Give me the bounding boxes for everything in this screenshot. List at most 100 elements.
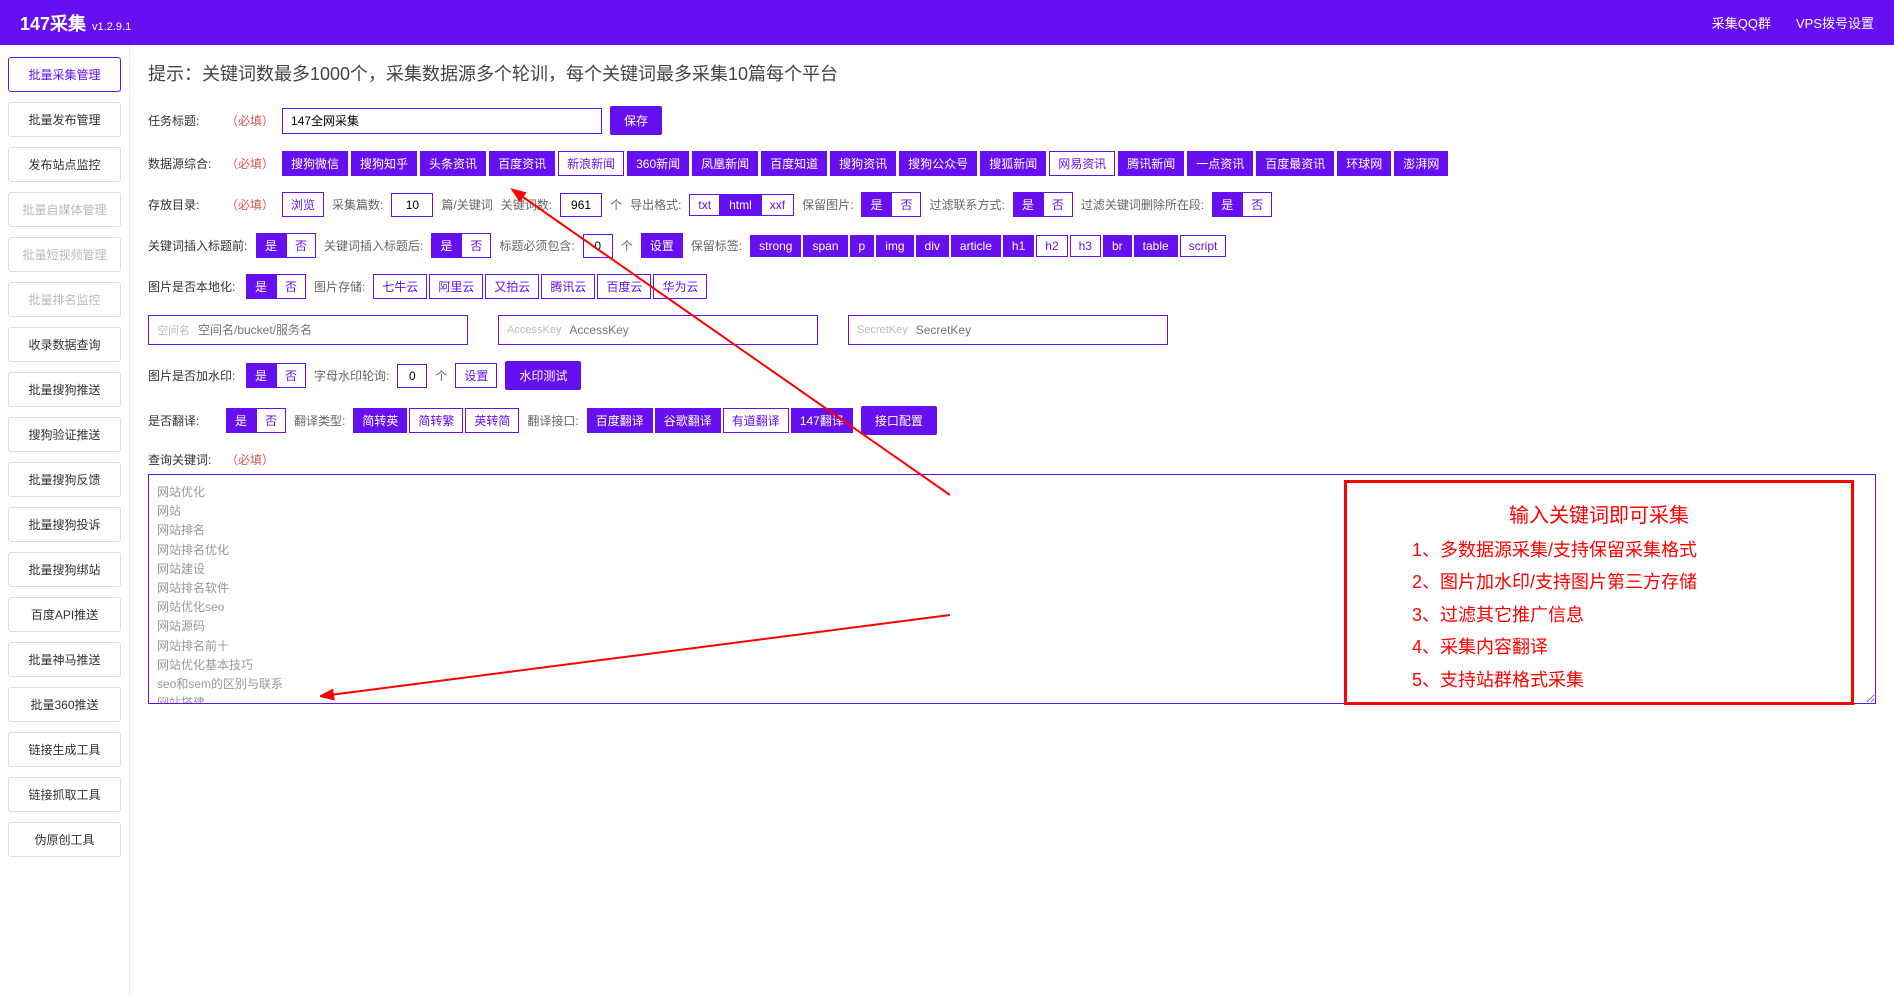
- source-tag-3[interactable]: 百度资讯: [489, 151, 555, 176]
- sidebar-item-14[interactable]: 批量360推送: [8, 687, 121, 722]
- insert-post-no[interactable]: 否: [461, 233, 491, 258]
- source-tag-0[interactable]: 搜狗微信: [282, 151, 348, 176]
- store-tag-3[interactable]: 腾讯云: [541, 274, 595, 299]
- sidebar-item-10[interactable]: 批量搜狗投诉: [8, 507, 121, 542]
- contact-yes[interactable]: 是: [1013, 192, 1043, 217]
- keep-tag-0[interactable]: strong: [750, 235, 801, 257]
- store-tag-4[interactable]: 百度云: [597, 274, 651, 299]
- source-tag-9[interactable]: 搜狗公众号: [899, 151, 977, 176]
- keep-tag-9[interactable]: br: [1103, 235, 1132, 257]
- source-tag-11[interactable]: 网易资讯: [1049, 151, 1115, 176]
- insert-pre-no[interactable]: 否: [286, 233, 316, 258]
- trans-api-tag-3[interactable]: 147翻译: [791, 408, 853, 433]
- source-tag-4[interactable]: 新浪新闻: [558, 151, 624, 176]
- fmt-tag-1[interactable]: html: [720, 194, 761, 216]
- wm-test-button[interactable]: 水印测试: [505, 361, 581, 390]
- link-vps-dial[interactable]: VPS拨号设置: [1796, 13, 1874, 32]
- trans-api-tag-1[interactable]: 谷歌翻译: [655, 408, 721, 433]
- keep-tag-6[interactable]: h1: [1003, 235, 1034, 257]
- secretkey-input[interactable]: [916, 323, 1159, 337]
- sidebar-item-15[interactable]: 链接生成工具: [8, 732, 121, 767]
- save-button[interactable]: 保存: [610, 106, 662, 135]
- link-qq-group[interactable]: 采集QQ群: [1712, 13, 1771, 32]
- keep-tag-11[interactable]: script: [1180, 235, 1227, 257]
- source-tag-12[interactable]: 腾讯新闻: [1118, 151, 1184, 176]
- task-title-input[interactable]: [282, 108, 602, 134]
- source-label: 数据源综合:: [148, 155, 218, 172]
- sidebar-item-16[interactable]: 链接抓取工具: [8, 777, 121, 812]
- source-tag-6[interactable]: 凤凰新闻: [692, 151, 758, 176]
- keep-tag-1[interactable]: span: [803, 235, 847, 257]
- keep-img-no[interactable]: 否: [891, 192, 921, 217]
- store-tag-2[interactable]: 又拍云: [485, 274, 539, 299]
- source-tag-1[interactable]: 搜狗知乎: [351, 151, 417, 176]
- secretkey-field[interactable]: SecretKey: [848, 315, 1168, 345]
- accesskey-field[interactable]: AccessKey: [498, 315, 818, 345]
- wm-set-button[interactable]: 设置: [455, 363, 497, 388]
- wm-yes[interactable]: 是: [246, 363, 276, 388]
- kw-count-input[interactable]: [560, 193, 602, 217]
- accesskey-input[interactable]: [569, 323, 809, 337]
- insert-pre-yes[interactable]: 是: [256, 233, 286, 258]
- count-input[interactable]: [391, 193, 433, 217]
- trans-no[interactable]: 否: [256, 408, 286, 433]
- sidebar-item-9[interactable]: 批量搜狗反馈: [8, 462, 121, 497]
- sidebar-item-8[interactable]: 搜狗验证推送: [8, 417, 121, 452]
- wm-no[interactable]: 否: [276, 363, 306, 388]
- keep-tag-10[interactable]: table: [1134, 235, 1178, 257]
- source-tag-8[interactable]: 搜狗资讯: [830, 151, 896, 176]
- sidebar-item-17[interactable]: 伪原创工具: [8, 822, 121, 857]
- trans-type-tag-2[interactable]: 英转简: [465, 408, 519, 433]
- store-tag-0[interactable]: 七牛云: [373, 274, 427, 299]
- filter-yes[interactable]: 是: [1212, 192, 1242, 217]
- sidebar-item-7[interactable]: 批量搜狗推送: [8, 372, 121, 407]
- contact-label: 过滤联系方式:: [929, 196, 1004, 213]
- source-tag-10[interactable]: 搜狐新闻: [980, 151, 1046, 176]
- filter-no[interactable]: 否: [1242, 192, 1272, 217]
- keep-tag-8[interactable]: h3: [1070, 235, 1101, 257]
- source-tag-16[interactable]: 澎湃网: [1394, 151, 1448, 176]
- trans-type-tag-0[interactable]: 简转英: [353, 408, 407, 433]
- sidebar-item-13[interactable]: 批量神马推送: [8, 642, 121, 677]
- fmt-tag-0[interactable]: txt: [689, 194, 720, 216]
- img-local-no[interactable]: 否: [276, 274, 306, 299]
- bucket-field[interactable]: 空间名: [148, 315, 468, 345]
- trans-yes[interactable]: 是: [226, 408, 256, 433]
- must-set-button[interactable]: 设置: [641, 233, 683, 258]
- keep-img-yes[interactable]: 是: [861, 192, 891, 217]
- keep-tag-2[interactable]: p: [850, 235, 875, 257]
- sidebar-item-2[interactable]: 发布站点监控: [8, 147, 121, 182]
- source-tag-5[interactable]: 360新闻: [627, 151, 689, 176]
- count-label: 采集篇数:: [332, 196, 383, 213]
- trans-type-tag-1[interactable]: 简转繁: [409, 408, 463, 433]
- img-local-yes[interactable]: 是: [246, 274, 276, 299]
- sidebar-item-1[interactable]: 批量发布管理: [8, 102, 121, 137]
- keep-tag-4[interactable]: div: [916, 235, 949, 257]
- source-tag-7[interactable]: 百度知道: [761, 151, 827, 176]
- api-config-button[interactable]: 接口配置: [861, 406, 937, 435]
- contact-no[interactable]: 否: [1043, 192, 1073, 217]
- source-tag-15[interactable]: 环球网: [1337, 151, 1391, 176]
- sidebar-item-0[interactable]: 批量采集管理: [8, 57, 121, 92]
- browse-button[interactable]: 浏览: [282, 192, 324, 217]
- keywords-textarea[interactable]: [148, 474, 1876, 704]
- keep-tag-5[interactable]: article: [951, 235, 1001, 257]
- wm-rot-input[interactable]: [397, 364, 427, 388]
- sidebar-item-6[interactable]: 收录数据查询: [8, 327, 121, 362]
- wm-label: 图片是否加水印:: [148, 367, 238, 384]
- source-tag-2[interactable]: 头条资讯: [420, 151, 486, 176]
- store-tag-1[interactable]: 阿里云: [429, 274, 483, 299]
- source-tag-14[interactable]: 百度最资讯: [1256, 151, 1334, 176]
- must-input[interactable]: [583, 234, 613, 258]
- sidebar-item-12[interactable]: 百度API推送: [8, 597, 121, 632]
- keep-tag-7[interactable]: h2: [1036, 235, 1067, 257]
- trans-api-tag-2[interactable]: 有道翻译: [723, 408, 789, 433]
- sidebar-item-11[interactable]: 批量搜狗绑站: [8, 552, 121, 587]
- trans-api-tag-0[interactable]: 百度翻译: [587, 408, 653, 433]
- source-tag-13[interactable]: 一点资讯: [1187, 151, 1253, 176]
- fmt-tag-2[interactable]: xxf: [761, 194, 794, 216]
- keep-tag-3[interactable]: img: [876, 235, 913, 257]
- store-tag-5[interactable]: 华为云: [653, 274, 707, 299]
- bucket-input[interactable]: [198, 323, 459, 337]
- insert-post-yes[interactable]: 是: [431, 233, 461, 258]
